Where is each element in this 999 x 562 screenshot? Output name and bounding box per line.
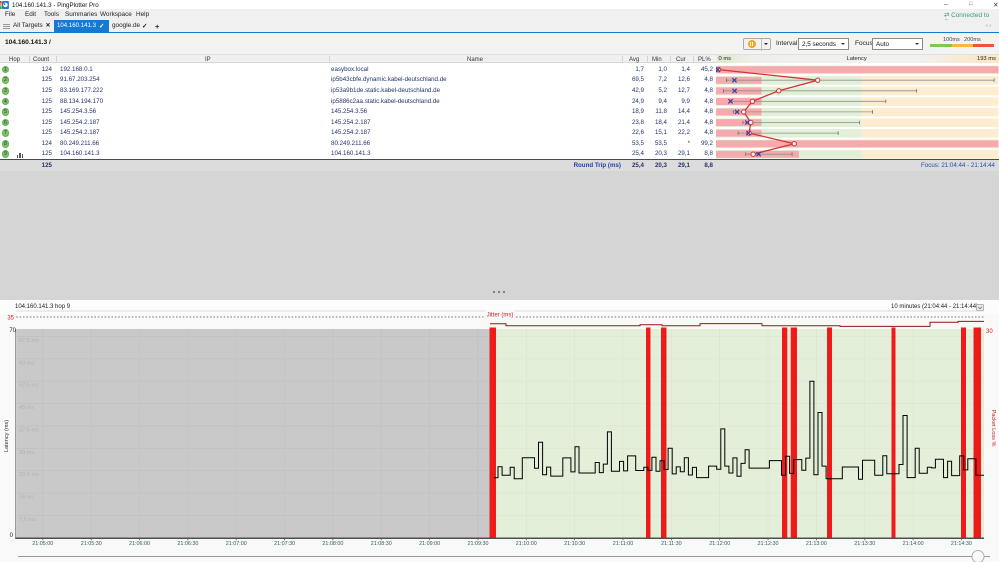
svg-text:21:05:00: 21:05:00	[32, 541, 53, 547]
svg-text:21:07:00: 21:07:00	[226, 541, 247, 547]
svg-text:21:12:00: 21:12:00	[709, 541, 730, 547]
svg-text:67,5 ms: 67,5 ms	[19, 338, 39, 344]
svg-text:7,5 ms: 7,5 ms	[19, 517, 36, 523]
svg-text:21:14:30: 21:14:30	[951, 541, 972, 547]
svg-text:21:13:00: 21:13:00	[806, 541, 827, 547]
svg-text:21:06:30: 21:06:30	[177, 541, 198, 547]
svg-text:21:08:00: 21:08:00	[322, 541, 343, 547]
svg-text:30: 30	[986, 329, 993, 335]
svg-text:21:07:30: 21:07:30	[274, 541, 295, 547]
svg-text:21:10:00: 21:10:00	[516, 541, 537, 547]
svg-text:21:14:00: 21:14:00	[903, 541, 924, 547]
svg-text:35: 35	[7, 316, 14, 322]
svg-text:22,5 ms: 22,5 ms	[19, 472, 39, 478]
svg-text:21:13:30: 21:13:30	[854, 541, 875, 547]
svg-text:Jitter (ms): Jitter (ms)	[487, 313, 514, 319]
svg-text:21:10:30: 21:10:30	[564, 541, 585, 547]
svg-text:45 ms: 45 ms	[19, 405, 34, 411]
svg-text:30 ms: 30 ms	[19, 450, 34, 456]
svg-text:21:09:00: 21:09:00	[419, 541, 440, 547]
svg-text:Packet Loss %: Packet Loss %	[990, 410, 996, 447]
svg-text:21:12:30: 21:12:30	[758, 541, 779, 547]
svg-text:21:11:30: 21:11:30	[661, 541, 682, 547]
svg-text:21:09:30: 21:09:30	[468, 541, 489, 547]
svg-text:21:08:30: 21:08:30	[371, 541, 392, 547]
svg-text:37,5 ms: 37,5 ms	[19, 427, 39, 433]
svg-text:21:05:30: 21:05:30	[81, 541, 102, 547]
svg-text:0: 0	[10, 533, 14, 539]
svg-text:70: 70	[9, 328, 16, 334]
svg-text:Latency (ms): Latency (ms)	[4, 420, 10, 452]
svg-text:21:06:00: 21:06:00	[129, 541, 150, 547]
svg-text:15 ms: 15 ms	[19, 495, 34, 501]
svg-text:60 ms: 60 ms	[19, 360, 34, 366]
svg-text:52,5 ms: 52,5 ms	[19, 383, 39, 389]
svg-text:21:11:00: 21:11:00	[613, 541, 634, 547]
